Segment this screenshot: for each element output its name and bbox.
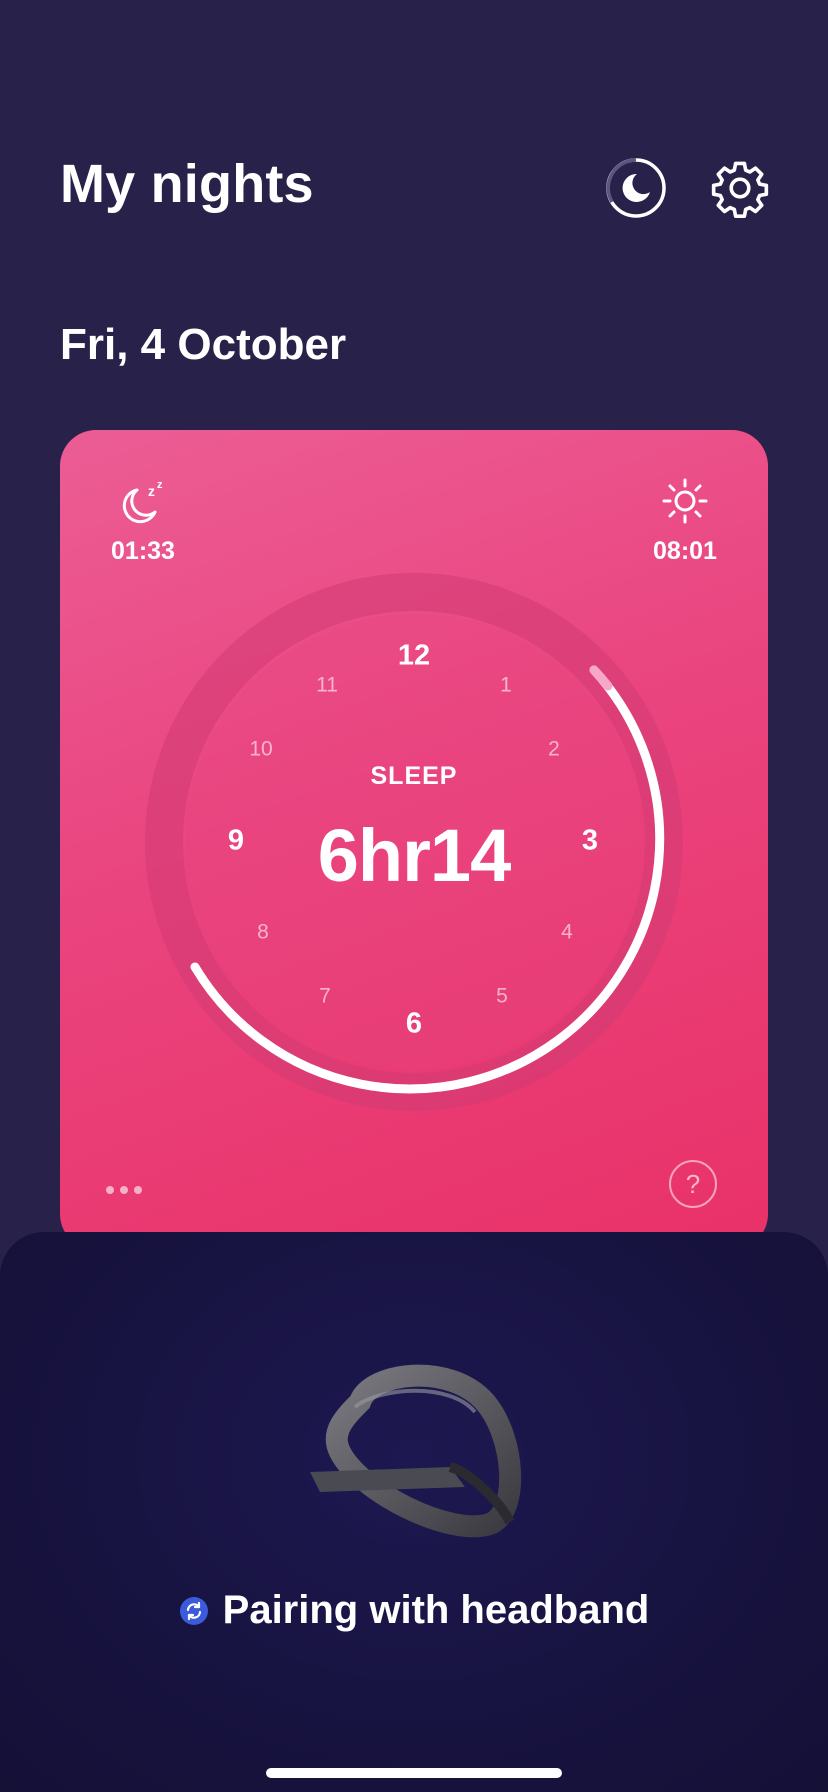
sync-icon xyxy=(179,1596,208,1625)
sleep-card[interactable]: z z 01:33 08:01 12 1 2 3 4 5 6 7 8 9 10 … xyxy=(60,430,768,1250)
clock-num-11: 11 xyxy=(316,674,338,697)
clock-num-8: 8 xyxy=(257,921,269,944)
gear-icon xyxy=(711,161,769,218)
clock-num-12: 12 xyxy=(398,640,430,672)
headband-image xyxy=(310,1364,522,1538)
clock-num-7: 7 xyxy=(319,985,331,1008)
clock-num-6: 6 xyxy=(406,1008,422,1040)
pairing-status: Pairing with headband xyxy=(0,1588,828,1633)
pairing-sheet: Pairing with headband xyxy=(0,1232,828,1792)
more-options-button[interactable] xyxy=(106,1175,154,1205)
more-dots-icon xyxy=(106,1186,114,1194)
help-icon: ? xyxy=(685,1168,701,1199)
settings-button[interactable] xyxy=(708,156,772,220)
clock-num-1: 1 xyxy=(500,674,512,697)
pairing-text: Pairing with headband xyxy=(222,1588,650,1632)
sleep-mode-button[interactable] xyxy=(604,156,668,220)
home-indicator[interactable] xyxy=(266,1768,562,1778)
clock-num-4: 4 xyxy=(561,921,573,944)
moon-icon xyxy=(606,158,666,218)
clock-num-10: 10 xyxy=(249,738,272,761)
clock-num-2: 2 xyxy=(548,738,560,761)
help-button[interactable]: ? xyxy=(669,1160,717,1208)
clock-num-5: 5 xyxy=(496,985,508,1008)
page-title: My nights xyxy=(60,154,314,214)
sleep-label: SLEEP xyxy=(370,762,458,790)
date-heading: Fri, 4 October xyxy=(60,320,347,369)
sleep-duration: 6hr14 xyxy=(317,814,511,897)
